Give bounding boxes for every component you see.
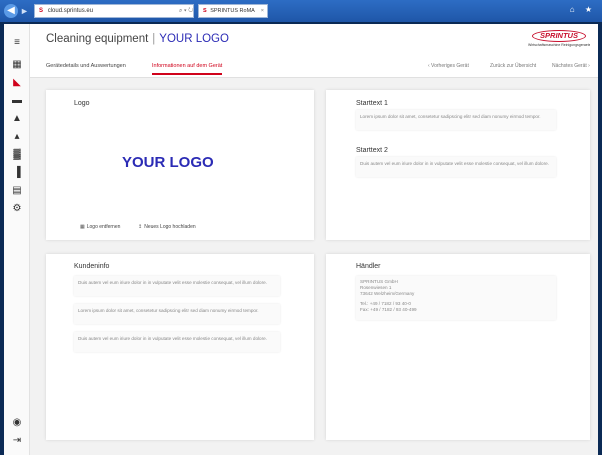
subnav: Gerätedetails und Auswertungen Informati… bbox=[30, 56, 598, 78]
dealer-line: 73642 Welzheim/Germany bbox=[360, 291, 415, 296]
tab-device-details[interactable]: Gerätedetails und Auswertungen bbox=[46, 63, 126, 69]
settings-icon[interactable]: ⚙ bbox=[9, 202, 25, 216]
logo-card-title: Logo bbox=[74, 100, 90, 107]
back-icon[interactable]: ◀ bbox=[4, 4, 18, 18]
starttext1-field[interactable]: Lorem ipsum dolor sit amet, consetetur s… bbox=[356, 110, 556, 130]
logo-card: Logo YOUR LOGO ▦ Logo entfernen ↥ Neues Lo… bbox=[46, 90, 314, 240]
page-title-text: Cleaning equipment bbox=[46, 33, 149, 45]
statistics-icon[interactable]: ▐ bbox=[9, 166, 25, 180]
upload-logo-label: Neues Logo hochladen bbox=[144, 224, 196, 230]
dashboard-icon[interactable]: ▦ bbox=[9, 58, 25, 72]
remove-logo-label: Logo entfernen bbox=[86, 224, 121, 230]
customer-info-text-1: Duis autem vel eum iriure dolor in in vu… bbox=[78, 280, 267, 285]
machine-icon[interactable]: ▬ bbox=[9, 94, 25, 108]
customer-info-field-2[interactable]: Lorem ipsum dolor sit amet, consetetur s… bbox=[74, 304, 280, 324]
address-url: cloud.sprintus.eu bbox=[47, 8, 94, 14]
dealer-field[interactable]: SPRINTUS GmbH Rosenwiesen 1 73642 Welzhe… bbox=[356, 276, 556, 320]
user-icon[interactable]: ▲ bbox=[9, 112, 25, 126]
forward-icon[interactable]: ► bbox=[20, 6, 30, 16]
sprintus-logo: SPRINTUS Wirtschaftsmaschine Reinigungsg… bbox=[528, 30, 590, 50]
app-window: ≡ ▦ ◣ ▬ ▲ ▴ ▓ ▐ ▤ ⚙ ◉ ⇥ Cleaning equipme… bbox=[4, 24, 598, 455]
previous-device-link[interactable]: ‹ Vorheriges Gerät bbox=[428, 63, 469, 69]
starttext1-value: Lorem ipsum dolor sit amet, consetetur s… bbox=[360, 114, 541, 119]
browser-toolbar: ◀ ► S cloud.sprintus.eu ⌕ ▾ ↻ S SPRINTUS… bbox=[0, 0, 602, 22]
upload-logo-button[interactable]: ↥ Neues Logo hochladen bbox=[138, 224, 196, 230]
customer-logo-text: YOUR LOGO bbox=[159, 33, 229, 45]
tab-favicon-icon: S bbox=[203, 8, 207, 14]
sprintus-icon[interactable]: ◣ bbox=[9, 76, 25, 90]
sidebar: ≡ ▦ ◣ ▬ ▲ ▴ ▓ ▐ ▤ ⚙ ◉ ⇥ bbox=[4, 24, 30, 455]
address-bar-icons[interactable]: ⌕ ▾ ↻ bbox=[179, 5, 193, 17]
customer-info-text-3: Duis autem vel eum iriure dolor in in vu… bbox=[78, 336, 267, 341]
briefcase-icon[interactable]: ▤ bbox=[9, 184, 25, 198]
next-device-link[interactable]: Nächstes Gerät › bbox=[552, 63, 590, 69]
users-icon[interactable]: ▴ bbox=[9, 130, 25, 144]
dealer-card: Händler SPRINTUS GmbH Rosenwiesen 1 7364… bbox=[326, 254, 590, 440]
customer-info-title: Kundeninfo bbox=[74, 263, 110, 270]
customer-info-field-1[interactable]: Duis autem vel eum iriure dolor in in vu… bbox=[74, 276, 280, 296]
back-to-overview-link[interactable]: Zurück zur Übersicht bbox=[490, 63, 536, 69]
starttext1-title: Starttext 1 bbox=[356, 100, 388, 107]
tab-title: SPRINTUS RoMA bbox=[210, 8, 255, 14]
logo-preview: YOUR LOGO bbox=[122, 154, 214, 171]
dealer-title: Händler bbox=[356, 263, 381, 270]
site-favicon-icon: S bbox=[39, 8, 44, 14]
tab-device-information[interactable]: Informationen auf dem Gerät bbox=[152, 63, 223, 75]
customer-info-field-3[interactable]: Duis autem vel eum iriure dolor in in vu… bbox=[74, 332, 280, 352]
starttext2-field[interactable]: Duis autem vel eum iriure dolor in in vu… bbox=[356, 157, 556, 177]
brand-name: SPRINTUS bbox=[532, 30, 586, 42]
address-bar[interactable]: S cloud.sprintus.eu ⌕ ▾ ↻ bbox=[34, 4, 194, 18]
trash-icon: ▦ bbox=[80, 224, 85, 230]
chart-icon[interactable]: ▓ bbox=[9, 148, 25, 162]
dealer-line: Fax: +49 / 7182 / 93 40-499 bbox=[360, 307, 417, 312]
tab-close-icon[interactable]: × bbox=[261, 5, 264, 17]
upload-icon: ↥ bbox=[138, 224, 143, 230]
remove-logo-button[interactable]: ▦ Logo entfernen bbox=[80, 224, 120, 230]
title-separator: | bbox=[152, 33, 156, 45]
home-favorites-icons[interactable]: ⌂ ★ bbox=[570, 5, 596, 14]
app-header: Cleaning equipment | YOUR LOGO SPRINTUS Wi… bbox=[30, 24, 598, 56]
account-icon[interactable]: ◉ bbox=[9, 416, 25, 430]
customer-info-text-2: Lorem ipsum dolor sit amet, consetetur s… bbox=[78, 308, 259, 313]
customer-info-card: Kundeninfo Duis autem vel eum iriure dol… bbox=[46, 254, 314, 440]
menu-icon[interactable]: ≡ bbox=[9, 36, 25, 50]
starttext2-title: Starttext 2 bbox=[356, 147, 388, 154]
logout-icon[interactable]: ⇥ bbox=[9, 434, 25, 448]
brand-tagline: Wirtschaftsmaschine Reinigungsgeraete bbox=[528, 43, 590, 47]
browser-tab[interactable]: S SPRINTUS RoMA × bbox=[198, 4, 268, 18]
page-title: Cleaning equipment | YOUR LOGO bbox=[46, 33, 229, 45]
starttext2-value: Duis autem vel eum iriure dolor in in vu… bbox=[360, 161, 549, 166]
starttext-card: Starttext 1 Lorem ipsum dolor sit amet, … bbox=[326, 90, 590, 240]
